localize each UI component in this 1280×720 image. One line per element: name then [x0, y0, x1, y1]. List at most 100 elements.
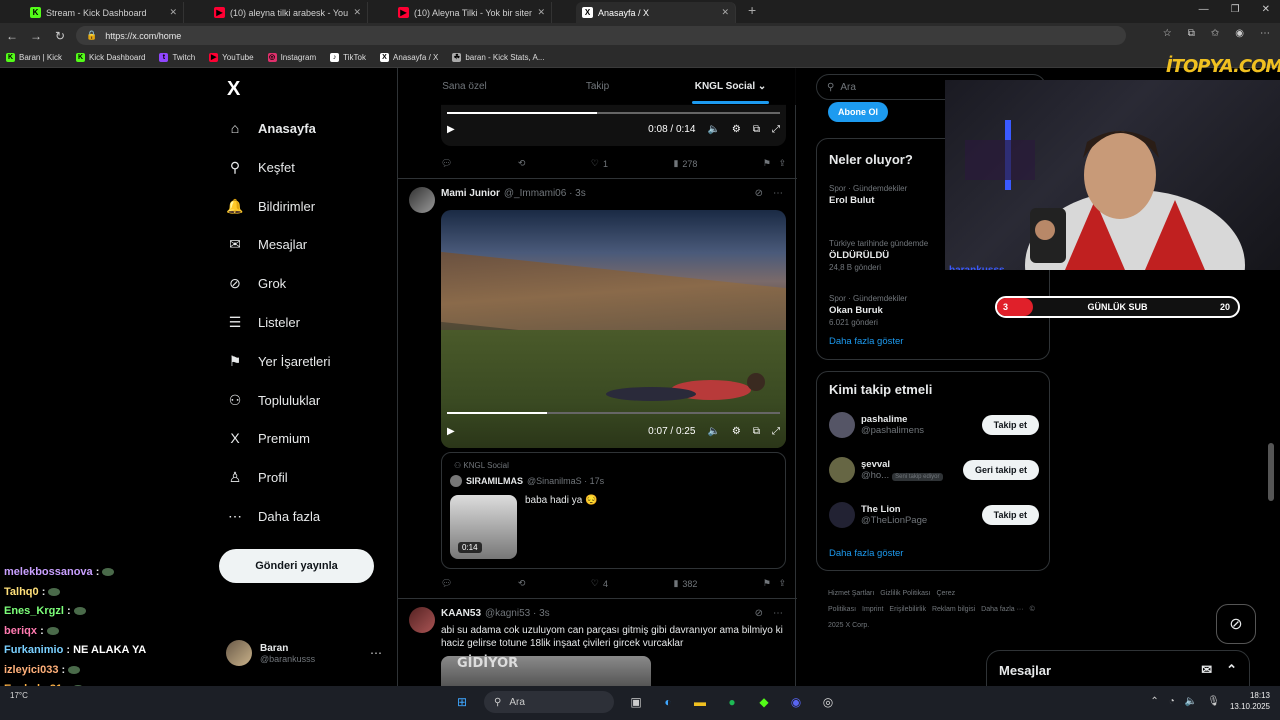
speaker-icon[interactable]: 🔈: [1185, 696, 1197, 707]
repost-button[interactable]: ⟲: [518, 578, 526, 589]
quoted-post[interactable]: ⚇ KNGL Social SIRAMILMAS @SinanilmaS · 1…: [441, 452, 786, 569]
trend-item[interactable]: Türkiye tarihinde gündemde ÖLDÜRÜLDÜ 24,8 …: [829, 238, 1037, 274]
clock[interactable]: 18:13 13.10.2025: [1230, 690, 1270, 712]
taskbar-search[interactable]: ⚲ Ara: [484, 691, 614, 713]
author-name[interactable]: Mami Junior: [441, 188, 500, 199]
obs-icon[interactable]: ◎: [818, 692, 838, 712]
account-more-icon[interactable]: ⋯: [370, 646, 382, 660]
repost-button[interactable]: ⟲: [518, 158, 526, 169]
video-player[interactable]: ▶ 0:08 / 0:14 🔈 ⚙ ⧉ ⤢: [441, 104, 786, 146]
browser-tab[interactable]: K Stream - Kick Dashboard ✕: [24, 2, 184, 23]
url-field[interactable]: 🔒 https://x.com/home: [76, 26, 1126, 45]
grok-floating-button[interactable]: ⊘: [1216, 604, 1256, 644]
x-logo[interactable]: X: [227, 78, 240, 101]
bookmark-item[interactable]: K Baran | Kick: [6, 53, 62, 62]
footer-link[interactable]: Erişilebilirlik: [889, 606, 926, 613]
reload-icon[interactable]: ↻: [48, 29, 72, 43]
reply-button[interactable]: 💬︎: [441, 578, 452, 589]
video-progress[interactable]: [447, 412, 780, 414]
close-tab-icon[interactable]: ✕: [169, 7, 177, 18]
views-button[interactable]: ▮ 382: [673, 578, 697, 589]
weather-widget[interactable]: 17°C: [10, 691, 28, 700]
settings-menu-icon[interactable]: ⋯: [1260, 28, 1270, 39]
tab-kngl-social[interactable]: KNGL Social ⌄: [664, 81, 797, 104]
bookmark-item[interactable]: ◎ Instagram: [267, 53, 316, 62]
favorites-star-icon[interactable]: ☆: [1163, 28, 1172, 39]
nav-item[interactable]: ⚑ Yer İşaretleri: [226, 353, 331, 370]
follow-show-more[interactable]: Daha fazla göster: [829, 548, 903, 559]
volume-icon[interactable]: 🔈: [707, 426, 719, 437]
tab-sana-ozel[interactable]: Sana özel: [398, 81, 531, 92]
avatar[interactable]: [409, 607, 435, 633]
nav-item[interactable]: ⚇ Topluluklar: [226, 392, 320, 409]
browser-tab[interactable]: ▶ (10) aleyna tilki arabesk - YouTub ✕: [208, 2, 368, 23]
follow-suggestion[interactable]: şevval @ho... Seni takip ediyor Geri takip …: [829, 457, 1039, 483]
edge-icon[interactable]: ◐: [658, 692, 678, 712]
footer-link[interactable]: Imprint: [862, 606, 883, 613]
forward-icon[interactable]: →: [24, 29, 48, 43]
author-name[interactable]: KAAN53: [441, 608, 481, 619]
browser-tab[interactable]: X Anasayfa / X ✕: [576, 2, 736, 23]
video-player[interactable]: ▶ 0:07 / 0:25 🔈 ⚙ ⧉ ⤢: [441, 210, 786, 448]
follow-button[interactable]: Geri takip et: [962, 460, 1039, 480]
new-tab-icon[interactable]: +: [748, 2, 756, 18]
fullscreen-icon[interactable]: ⤢: [772, 426, 780, 437]
back-icon[interactable]: ←: [0, 29, 24, 43]
quote-video-thumbnail[interactable]: 0:14: [450, 495, 517, 559]
play-icon[interactable]: ▶: [447, 124, 455, 135]
community-label[interactable]: ⚇ KNGL Social: [454, 461, 509, 470]
close-tab-icon[interactable]: ✕: [721, 7, 729, 18]
new-message-icon[interactable]: ✉: [1201, 662, 1212, 678]
expand-icon[interactable]: ⌃: [1226, 662, 1237, 678]
follow-button[interactable]: Takip et: [981, 505, 1039, 525]
subscribe-button[interactable]: Abone Ol: [828, 102, 888, 122]
extensions-icon[interactable]: ⧉: [1188, 28, 1195, 39]
pip-icon[interactable]: ⧉: [753, 124, 760, 135]
bookmark-item[interactable]: K Kick Dashboard: [75, 53, 145, 62]
footer-link[interactable]: Gizlilik Politikası: [880, 590, 930, 597]
trend-item[interactable]: Spor · Gündemdekiler Okan Buruk 6.021 gönd…: [829, 293, 1037, 329]
follow-suggestion[interactable]: The Lion @TheLionPage Takip et: [829, 502, 1039, 528]
footer-link[interactable]: Hizmet Şartları: [828, 590, 874, 597]
author-handle[interactable]: @_Immami06 · 3s: [504, 188, 586, 199]
settings-icon[interactable]: ⚙: [732, 124, 741, 135]
messages-drawer[interactable]: Mesajlar ✉ ⌃: [986, 650, 1250, 690]
follow-button[interactable]: Takip et: [981, 415, 1039, 435]
trend-item[interactable]: Spor · GündemdekilerErol Bulut⋯: [829, 183, 1037, 207]
collections-icon[interactable]: ✩: [1211, 28, 1219, 39]
page-scrollbar[interactable]: [1268, 443, 1274, 501]
nav-item[interactable]: ⚲ Keşfet: [226, 159, 295, 176]
like-button[interactable]: ♡ 4: [591, 578, 608, 589]
bookmark-item[interactable]: ☘ baran - Kick Stats, A...: [452, 53, 545, 62]
network-icon[interactable]: ◔: [1169, 696, 1175, 707]
bookmark-item[interactable]: ♪ TikTok: [330, 53, 366, 62]
mic-icon[interactable]: 🎙: [1207, 696, 1220, 707]
grok-icon[interactable]: ⊘: [755, 188, 763, 199]
views-button[interactable]: ▮ 278: [673, 158, 697, 169]
spotify-icon[interactable]: ●: [722, 692, 742, 712]
file-explorer-icon[interactable]: ▬: [690, 692, 710, 712]
grok-icon[interactable]: ⊘: [755, 608, 763, 619]
account-switcher[interactable]: Baran @barankusss: [226, 640, 315, 666]
pip-icon[interactable]: ⧉: [753, 426, 760, 437]
video-progress[interactable]: [447, 112, 780, 114]
nav-item[interactable]: ⋯ Daha fazla: [226, 508, 320, 525]
avatar[interactable]: [409, 187, 435, 213]
nav-item[interactable]: ☰ Listeler: [226, 314, 300, 331]
nav-item[interactable]: ⊘ Grok: [226, 275, 286, 292]
bookmark-button[interactable]: ⚑ ⇪: [763, 158, 786, 169]
task-view-icon[interactable]: ▣: [626, 692, 646, 712]
nav-item[interactable]: ⌂ Anasayfa: [226, 120, 316, 136]
nav-item[interactable]: ✉ Mesajlar: [226, 236, 307, 253]
kick-app-icon[interactable]: ◆: [754, 692, 774, 712]
browser-tab[interactable]: ▶ (10) Aleyna Tilki - Yok bir sitemim ✕: [392, 2, 552, 23]
discord-icon[interactable]: ◉: [786, 692, 806, 712]
tab-takip[interactable]: Takip: [531, 81, 664, 92]
footer-link[interactable]: Reklam bilgisi: [932, 606, 975, 613]
nav-item[interactable]: 🔔 Bildirimler: [226, 198, 315, 215]
profile-icon[interactable]: ◉: [1235, 28, 1244, 39]
like-button[interactable]: ♡ 1: [591, 158, 608, 169]
more-icon[interactable]: ⋯: [773, 608, 783, 619]
footer-link[interactable]: Daha fazla ···: [981, 606, 1023, 613]
nav-item[interactable]: X Premium: [226, 430, 310, 446]
